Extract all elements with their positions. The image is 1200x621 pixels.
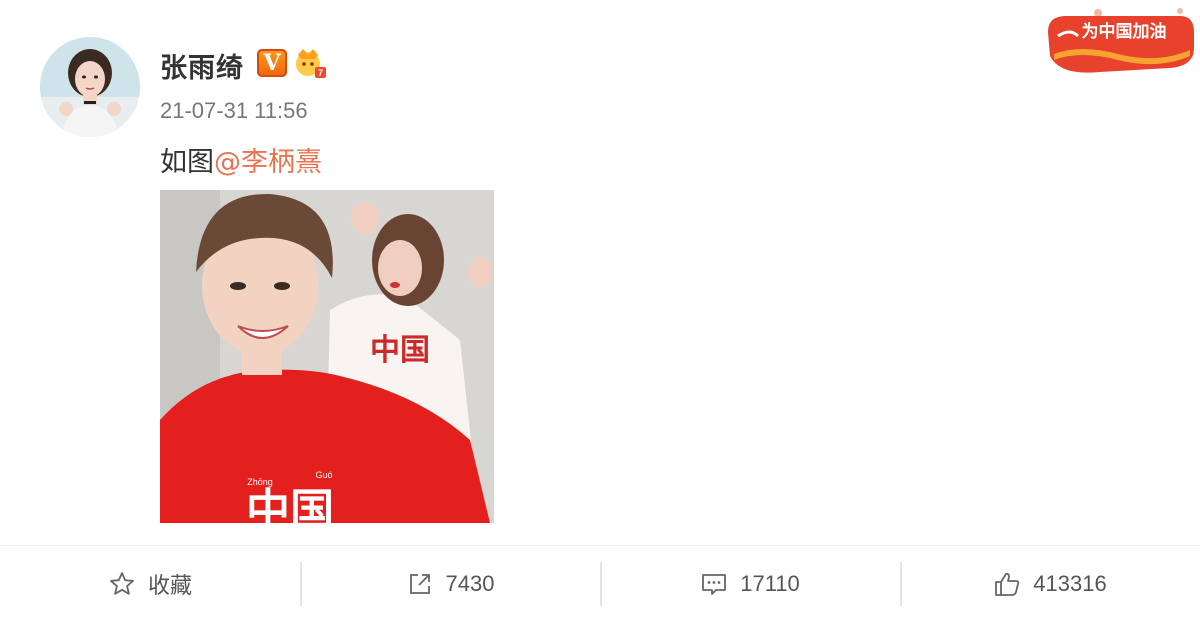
svg-text:7: 7	[318, 68, 323, 78]
like-count: 413316	[1033, 570, 1107, 596]
campaign-badge-graphic: 为中国加油	[1048, 8, 1194, 73]
post-text: 如图@李柄熹	[160, 140, 322, 179]
comment-count: 17110	[740, 570, 800, 596]
post-text-prefix: 如图	[160, 147, 214, 178]
favorite-label: 收藏	[147, 573, 192, 599]
mention-link[interactable]: @李柄熹	[214, 147, 322, 178]
like-button[interactable]: 413316	[900, 546, 1200, 621]
favorite-button[interactable]: 收藏	[0, 546, 300, 621]
repost-count: 7430	[445, 570, 495, 596]
thumbs-up-icon	[995, 572, 1020, 596]
photo-print-front: 中国	[246, 485, 334, 523]
crown-icon[interactable]: 7	[293, 45, 327, 79]
avatar-image	[40, 37, 140, 137]
share-icon	[409, 573, 430, 594]
verified-v-icon[interactable]: V	[257, 49, 287, 77]
action-bar: 收藏 7430 17110 413316	[0, 546, 1200, 621]
photo-print-pinyin-right: Guó	[315, 470, 332, 480]
post-timestamp[interactable]: 21-07-31 11:56	[160, 98, 308, 124]
comment-icon	[702, 573, 727, 595]
author-avatar[interactable]	[40, 37, 140, 137]
photo-print-back: 中国	[370, 333, 430, 368]
author-name[interactable]: 张雨绮	[160, 46, 244, 85]
campaign-badge[interactable]: 为中国加油	[1040, 6, 1196, 76]
star-icon	[110, 571, 134, 595]
campaign-badge-text: 为中国加油	[1082, 21, 1167, 42]
comment-button[interactable]: 17110	[600, 546, 900, 621]
repost-button[interactable]: 7430	[300, 546, 600, 621]
post-photo-image: 中国 Zhōng Guó 中国	[160, 190, 494, 523]
post-photo[interactable]: 中国 Zhōng Guó 中国	[160, 190, 494, 523]
